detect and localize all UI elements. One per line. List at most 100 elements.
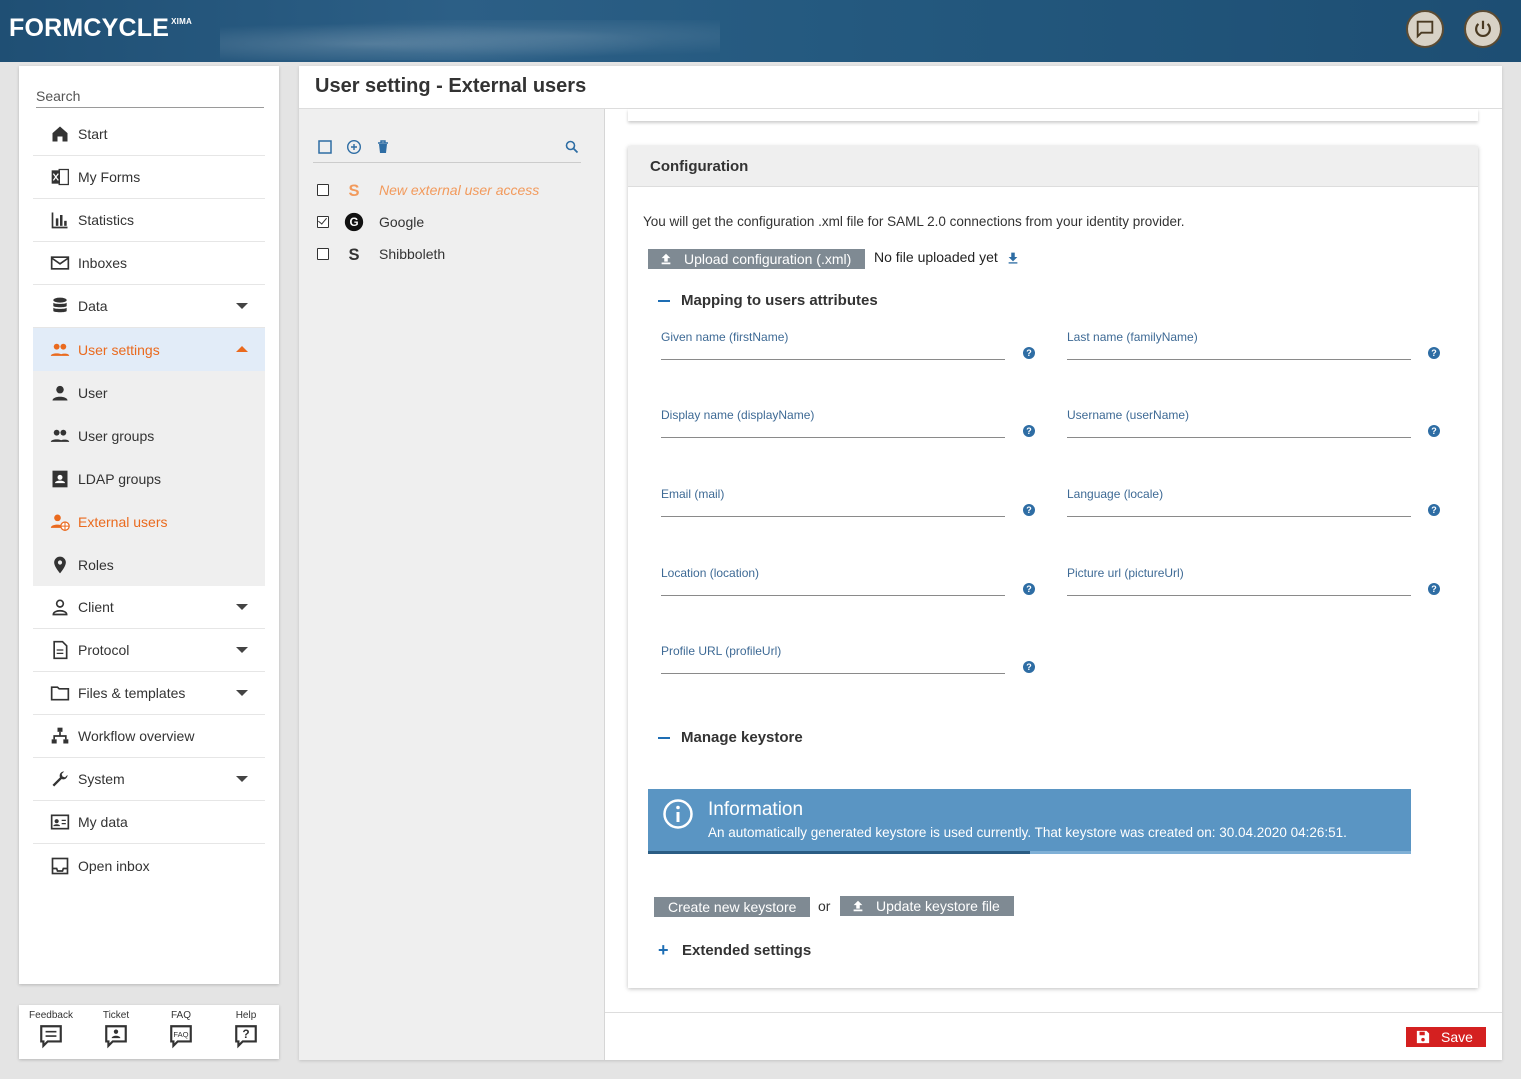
help-icon[interactable]: ? <box>1428 347 1440 359</box>
sidebar-item-label: Workflow overview <box>78 728 195 744</box>
last-name-field[interactable]: Last name (familyName) <box>1067 330 1411 360</box>
intro-text: You will get the configuration .xml file… <box>643 214 1185 229</box>
chevron-down-icon[interactable] <box>236 776 248 782</box>
sidebar-item-system[interactable]: System <box>33 758 265 801</box>
logout-button[interactable] <box>1464 10 1502 48</box>
user-groups-icon <box>49 425 71 447</box>
email-field[interactable]: Email (mail) <box>661 487 1005 517</box>
create-keystore-button[interactable]: Create new keystore <box>654 897 811 917</box>
display-name-field[interactable]: Display name (displayName) <box>661 408 1005 438</box>
sidebar-item-files-templates[interactable]: Files & templates <box>33 672 265 715</box>
help-button[interactable]: Help ? <box>220 1010 272 1049</box>
footer-divider <box>605 1012 1502 1013</box>
search-icon[interactable] <box>564 139 580 155</box>
chevron-up-icon[interactable] <box>236 346 248 352</box>
database-icon <box>49 295 71 317</box>
help-icon[interactable]: ? <box>1023 504 1035 516</box>
sidebar-item-statistics[interactable]: Statistics <box>33 199 265 242</box>
page-title: User setting - External users <box>315 75 587 97</box>
sidebar-item-open-inbox[interactable]: Open inbox <box>33 844 265 887</box>
chevron-down-icon[interactable] <box>236 303 248 309</box>
list-item[interactable]: S New external user access <box>317 179 539 201</box>
help-icon[interactable]: ? <box>1023 347 1035 359</box>
help-icon[interactable]: ? <box>1428 504 1440 516</box>
sidebar-item-label: Roles <box>78 556 114 573</box>
field-underline <box>661 595 1005 596</box>
faq-label: FAQ <box>170 1010 191 1021</box>
field-label: Username (userName) <box>1067 408 1190 422</box>
sidebar-item-data[interactable]: Data <box>33 285 265 328</box>
ticket-label: Ticket <box>102 1010 130 1021</box>
workflow-icon <box>49 725 71 747</box>
search-input[interactable]: Search <box>36 88 264 108</box>
bar-chart-icon <box>49 209 71 231</box>
feedback-icon <box>40 1025 62 1049</box>
field-underline <box>1067 595 1411 596</box>
row-checkbox[interactable] <box>317 184 329 196</box>
keystore-section-toggle[interactable]: Manage keystore <box>658 729 803 746</box>
sidebar-item-my-forms[interactable]: My Forms <box>33 156 265 199</box>
picture-url-field[interactable]: Picture url (pictureUrl) <box>1067 566 1411 596</box>
feedback-button[interactable]: Feedback <box>25 1010 77 1049</box>
help-icon[interactable]: ? <box>1428 425 1440 437</box>
mapping-section-toggle[interactable]: Mapping to users attributes <box>658 292 878 309</box>
sidebar-item-user-settings[interactable]: User settings <box>33 328 265 371</box>
sidebar-item-label: My data <box>78 814 128 830</box>
sidebar-item-label: Inboxes <box>78 255 128 271</box>
help-icon[interactable]: ? <box>1023 425 1035 437</box>
contact-card-icon <box>49 468 71 490</box>
app-logo[interactable]: FORMCYCLE XIMA <box>9 14 192 43</box>
sidebar-item-label: Open inbox <box>78 857 150 874</box>
list-item[interactable]: G Google <box>317 211 424 233</box>
sidebar-item-user[interactable]: User <box>33 371 265 414</box>
wrench-icon <box>49 768 71 790</box>
field-label: Location (location) <box>661 566 760 580</box>
given-name-field[interactable]: Given name (firstName) <box>661 330 1005 360</box>
upload-configuration-button[interactable]: Upload configuration (.xml) <box>648 249 866 269</box>
extended-settings-toggle[interactable]: + Extended settings <box>658 940 811 961</box>
sidebar-item-user-groups[interactable]: User groups <box>33 414 265 457</box>
update-keystore-button[interactable]: Update keystore file <box>840 896 1014 916</box>
sidebar-item-client[interactable]: Client <box>33 586 265 629</box>
list-item[interactable]: S Shibboleth <box>317 243 445 265</box>
chevron-down-icon[interactable] <box>236 647 248 653</box>
profile-url-field[interactable]: Profile URL (profileUrl) <box>661 644 1005 674</box>
field-underline <box>661 516 1005 517</box>
list-item-label: Google <box>379 214 425 230</box>
chevron-down-icon[interactable] <box>236 690 248 696</box>
row-checkbox[interactable] <box>317 248 329 260</box>
info-message: Information An automatically generated k… <box>648 789 1411 854</box>
location-pin-icon <box>49 554 71 576</box>
trash-icon[interactable] <box>375 139 391 155</box>
chat-icon <box>1416 20 1434 39</box>
select-all-checkbox-icon[interactable] <box>317 139 333 155</box>
language-field[interactable]: Language (locale) <box>1067 487 1411 517</box>
help-icon[interactable]: ? <box>1428 583 1440 595</box>
upload-label: Upload configuration (.xml) <box>684 251 852 267</box>
username-field[interactable]: Username (userName) <box>1067 408 1411 438</box>
sidebar-item-roles[interactable]: Roles <box>33 543 265 586</box>
sidebar-item-start[interactable]: Start <box>33 113 265 156</box>
download-icon[interactable] <box>1006 250 1020 264</box>
sidebar-item-label: Client <box>78 599 114 615</box>
add-icon[interactable] <box>346 139 362 155</box>
help-icon[interactable]: ? <box>1023 661 1035 673</box>
sidebar-item-protocol[interactable]: Protocol <box>33 629 265 672</box>
ticket-button[interactable]: Ticket <box>90 1010 142 1049</box>
sidebar-item-ldap-groups[interactable]: LDAP groups <box>33 457 265 500</box>
sidebar-item-inboxes[interactable]: Inboxes <box>33 242 265 285</box>
save-button[interactable]: Save <box>1406 1027 1486 1047</box>
info-text: An automatically generated keystore is u… <box>708 825 1347 840</box>
help-icon[interactable]: ? <box>1023 583 1035 595</box>
row-checkbox[interactable] <box>317 216 329 228</box>
sidebar-item-workflow-overview[interactable]: Workflow overview <box>33 715 265 758</box>
sidebar-item-external-users[interactable]: External users <box>33 500 265 543</box>
sidebar-item-my-data[interactable]: My data <box>33 801 265 844</box>
faq-button[interactable]: FAQ FAQ <box>155 1010 207 1049</box>
help-icon: ? <box>235 1025 257 1049</box>
chevron-down-icon[interactable] <box>236 604 248 610</box>
chat-button[interactable] <box>1406 10 1444 48</box>
location-field[interactable]: Location (location) <box>661 566 1005 596</box>
field-label: Profile URL (profileUrl) <box>661 644 782 658</box>
previous-card <box>628 109 1478 121</box>
